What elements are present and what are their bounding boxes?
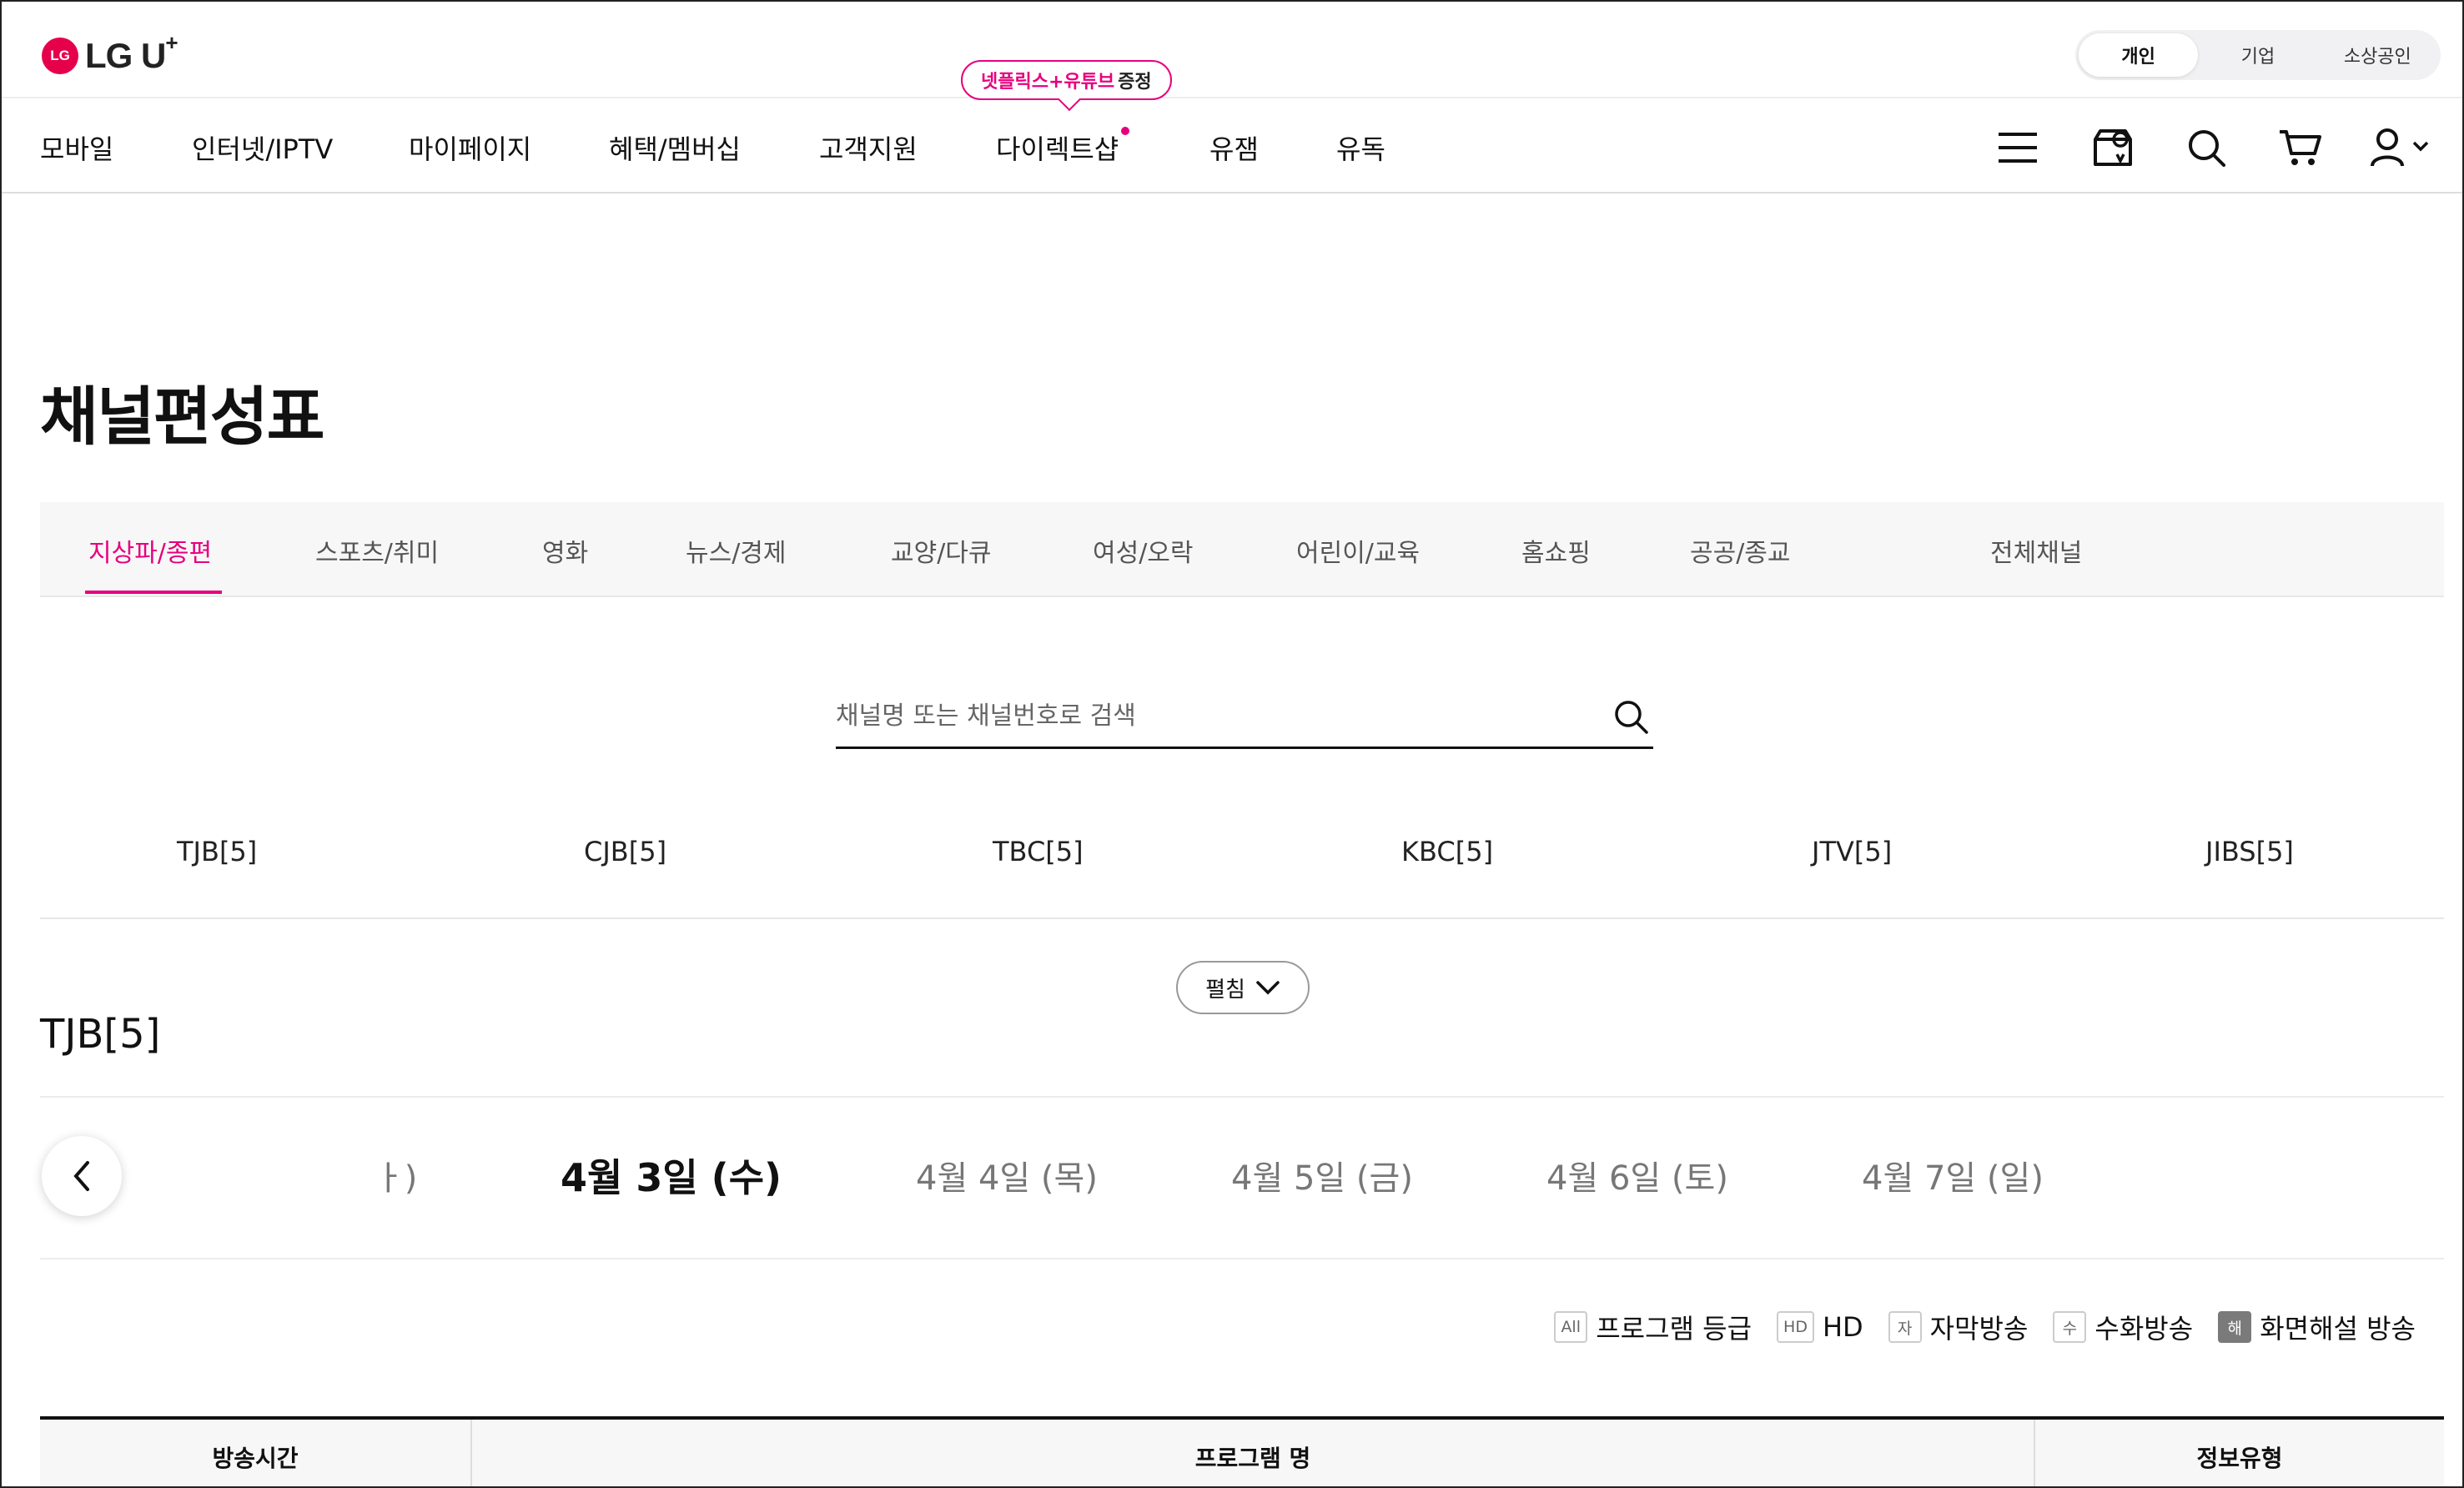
legend-hd: HD HD [1777, 1311, 1863, 1343]
page-title: 채널편성표 [40, 380, 325, 454]
logo-text: LG U+ [85, 30, 179, 75]
legend-subtitle: 자 자막방송 [1888, 1308, 2029, 1346]
legend-rating: All 프로그램 등급 [1554, 1308, 1752, 1346]
prev-date-button[interactable] [42, 1136, 122, 1216]
channel-list: TJB[5] CJB[5] TBC[5] KBC[5] JTV[5] JIBS[… [40, 802, 2444, 919]
subtitle-badge: 자 [1888, 1311, 1922, 1343]
new-dot [1121, 127, 1129, 135]
cart-icon[interactable] [2277, 125, 2322, 170]
program-legend: All 프로그램 등급 HD HD 자 자막방송 수 수화방송 해 화면해설 방… [1554, 1308, 2416, 1346]
nav-item-mobile[interactable]: 모바일 [40, 128, 113, 167]
nav-item-udok[interactable]: 유독 [1336, 128, 1385, 167]
tab-terrestrial[interactable]: 지상파/종편 [88, 532, 212, 569]
promo-tooltip: 넷플릭스+유튜브 증정 [961, 60, 1172, 100]
date-item[interactable]: 4월 6일 (토) [1546, 1151, 1728, 1199]
menu-icon[interactable] [1995, 125, 2040, 170]
legend-sign-language: 수 수화방송 [2053, 1308, 2193, 1346]
tab-movies[interactable]: 영화 [542, 532, 588, 569]
column-header-info-type: 정보유형 [2196, 1445, 2283, 1472]
legend-label: 화면해설 방송 [2260, 1313, 2416, 1345]
main-nav: 모바일 인터넷/IPTV 마이페이지 혜택/멤버십 고객지원 다이렉트샵 유잼 … [2, 97, 2462, 194]
rating-badge: All [1554, 1311, 1588, 1343]
date-item[interactable]: 4월 5일 (금) [1231, 1151, 1413, 1199]
legend-label: HD [1822, 1311, 1863, 1343]
search-icon[interactable] [2184, 125, 2229, 170]
tab-sports[interactable]: 스포츠/취미 [315, 532, 439, 569]
channel-item[interactable]: JIBS[5] [2205, 836, 2294, 867]
date-item[interactable]: 4월 7일 (일) [1862, 1151, 2044, 1199]
audience-tab-business[interactable]: 기업 [2198, 33, 2317, 77]
nav-item-benefits[interactable]: 혜택/멤버십 [609, 128, 741, 167]
tab-entertainment[interactable]: 여성/오락 [1093, 532, 1194, 569]
nav-item-direct-shop[interactable]: 다이렉트샵 [996, 128, 1119, 167]
hd-badge: HD [1777, 1311, 1814, 1343]
legend-audio-description: 해 화면해설 방송 [2218, 1308, 2416, 1346]
channel-item[interactable]: JTV[5] [1812, 836, 1892, 867]
legend-label: 프로그램 등급 [1596, 1313, 1752, 1345]
audio-description-badge: 해 [2218, 1311, 2252, 1343]
nav-item-mypage[interactable]: 마이페이지 [409, 128, 531, 167]
channel-item[interactable]: KBC[5] [1401, 836, 1493, 867]
channel-item[interactable]: TJB[5] [177, 836, 257, 867]
schedule-table-header: 방송시간 프로그램 명 정보유형 [40, 1416, 2444, 1486]
tab-public-religion[interactable]: 공공/종교 [1690, 532, 1791, 569]
top-bar: LG LG U+ 개인 기업 소상공인 넷플릭스+유튜브 증정 [2, 2, 2462, 100]
channel-item[interactable]: CJB[5] [584, 836, 666, 867]
lg-uplus-logo[interactable]: LG LG U+ [42, 30, 179, 76]
tab-home-shopping[interactable]: 홈쇼핑 [1521, 532, 1591, 569]
nav-item-ujam[interactable]: 유잼 [1209, 128, 1259, 167]
date-item-partial[interactable]: ㅏ) [374, 1151, 417, 1199]
category-tabs: 지상파/종편 스포츠/취미 영화 뉴스/경제 교양/다큐 여성/오락 어린이/교… [40, 502, 2444, 597]
tab-kids[interactable]: 어린이/교육 [1296, 532, 1420, 569]
nav-item-internet-iptv[interactable]: 인터넷/IPTV [192, 128, 333, 167]
column-header-time: 방송시간 [40, 1420, 472, 1486]
sign-language-badge: 수 [2053, 1311, 2087, 1343]
lg-logo-mark: LG [42, 37, 78, 74]
promo-highlight: 넷플릭스+유튜브 [981, 72, 1115, 93]
search-input[interactable] [836, 692, 1587, 739]
legend-label: 자막방송 [1929, 1313, 2029, 1345]
user-icon[interactable] [2367, 125, 2434, 170]
tab-all-channels[interactable]: 전체채널 [1990, 532, 2082, 569]
tab-news[interactable]: 뉴스/경제 [686, 532, 787, 569]
promo-text: 증정 [1118, 72, 1152, 93]
active-tab-indicator [85, 591, 222, 594]
audience-tab-personal[interactable]: 개인 [2079, 33, 2199, 77]
search-icon[interactable] [1608, 694, 1653, 739]
tab-documentary[interactable]: 교양/다큐 [891, 532, 992, 569]
audience-tab-small-business[interactable]: 소상공인 [2318, 33, 2437, 77]
nav-item-support[interactable]: 고객지원 [819, 128, 918, 167]
channel-search [836, 686, 1653, 749]
chevron-down-icon [1256, 981, 1280, 995]
selected-channel-title: TJB[5] [40, 1011, 161, 1058]
audience-segment: 개인 기업 소상공인 [2075, 30, 2441, 80]
date-selector: ㅏ) 4월 3일 (수) 4월 4일 (목) 4월 5일 (금) 4월 6일 (… [40, 1096, 2444, 1259]
chevron-left-icon [73, 1161, 89, 1191]
channel-item[interactable]: TBC[5] [993, 836, 1084, 867]
expand-button[interactable]: 펼침 [1176, 961, 1310, 1014]
date-item-active[interactable]: 4월 3일 (수) [561, 1148, 782, 1203]
legend-label: 수화방송 [2094, 1313, 2194, 1345]
store-location-icon[interactable] [2090, 125, 2135, 170]
column-header-program: 프로그램 명 [472, 1420, 2035, 1486]
expand-label: 펼침 [1205, 977, 1245, 1003]
date-item[interactable]: 4월 4일 (목) [916, 1151, 1098, 1199]
page: LG LG U+ 개인 기업 소상공인 넷플릭스+유튜브 증정 모바일 인터넷/… [0, 0, 2464, 1488]
